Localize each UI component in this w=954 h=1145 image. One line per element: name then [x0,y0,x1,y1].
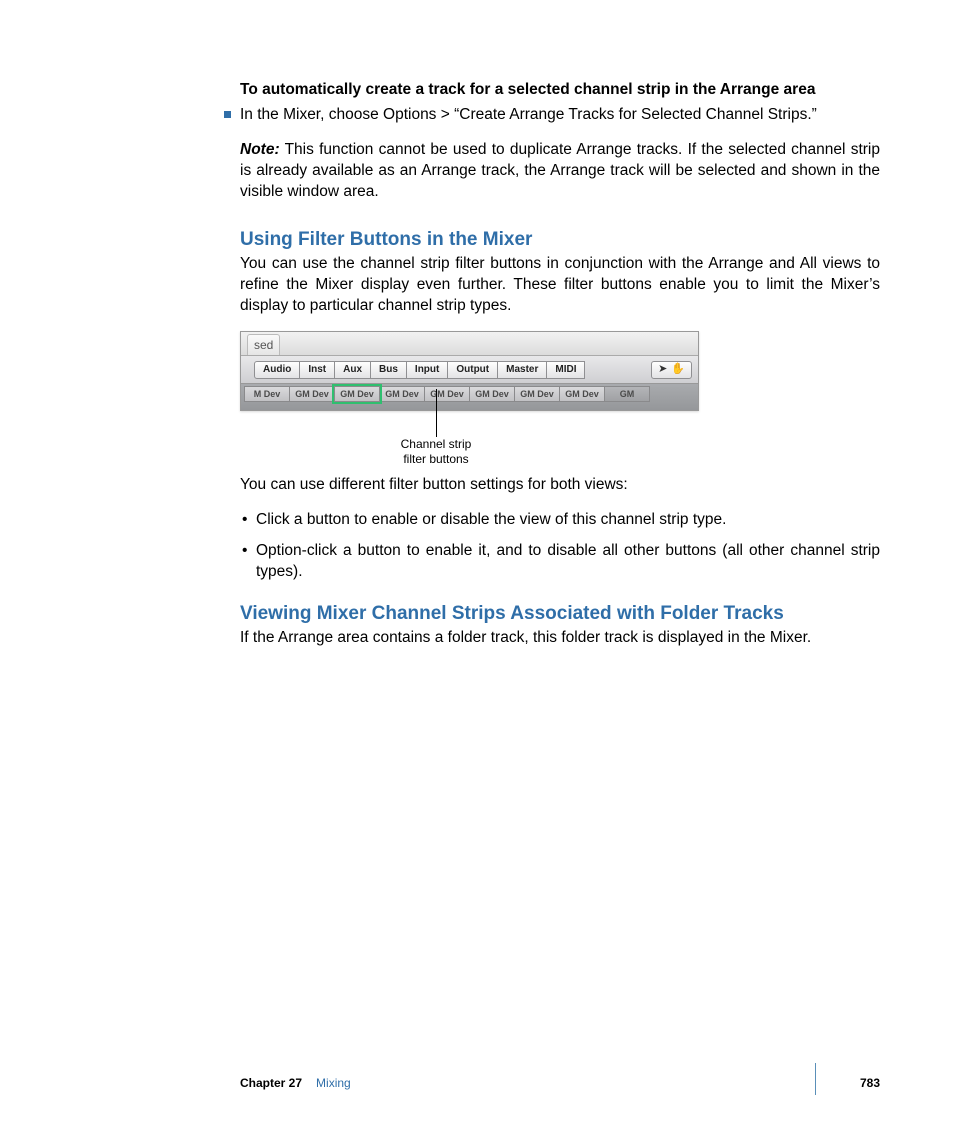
task-heading: To automatically create a track for a se… [240,80,880,101]
channel-strip[interactable]: GM [604,386,650,402]
section-heading-filter: Using Filter Buttons in the Mixer [240,227,880,253]
step-text: In the Mixer, choose Options > “Create A… [240,106,817,123]
filter-button-output[interactable]: Output [447,361,498,379]
list-item: Click a button to enable or disable the … [254,510,880,531]
tool-icon-group: ➤ ✋ [651,361,692,379]
callout-line2: filter buttons [403,452,468,466]
filter-button-inst[interactable]: Inst [299,361,335,379]
page-content: To automatically create a track for a se… [240,80,880,663]
channel-strip[interactable]: GM Dev [559,386,605,402]
channel-strip[interactable]: GM Dev [514,386,560,402]
channel-strip[interactable]: GM Dev [379,386,425,402]
chapter-label: Chapter 27 [240,1075,302,1091]
mixer-tab[interactable]: sed [247,334,280,355]
section1-intro: You can use the channel strip filter but… [240,254,880,317]
footer-rule-icon [815,1063,816,1095]
page-number: 783 [860,1075,880,1091]
list-item: Option-click a button to enable it, and … [254,541,880,583]
filter-button-midi[interactable]: MIDI [546,361,585,379]
mixer-screenshot: sed Audio Inst Aux Bus Input Output Mast… [240,331,699,411]
callout-text: Channel strip filter buttons [401,437,472,467]
channel-strip[interactable]: GM Dev [289,386,335,402]
note-text: This function cannot be used to duplicat… [240,141,880,200]
filter-button-master[interactable]: Master [497,361,547,379]
filter-intro: You can use different filter button sett… [240,475,880,496]
filter-button-audio[interactable]: Audio [254,361,300,379]
chapter-title: Mixing [316,1075,351,1091]
callout: Channel strip filter buttons [240,411,699,467]
page-footer: Chapter 27 Mixing 783 [240,1075,880,1091]
filter-button-aux[interactable]: Aux [334,361,371,379]
figure-wrap: sed Audio Inst Aux Bus Input Output Mast… [240,331,880,467]
section2-text: If the Arrange area contains a folder tr… [240,628,880,649]
note-block: Note: This function cannot be used to du… [240,140,880,203]
filter-button-input[interactable]: Input [406,361,448,379]
note-label: Note: [240,141,280,158]
callout-line1: Channel strip [401,437,472,451]
mixer-tab-row: sed [241,332,698,356]
channel-strip-highlighted[interactable]: GM Dev [334,386,380,402]
channel-strip[interactable]: M Dev [244,386,290,402]
step-bullet-icon [224,111,231,118]
bullet-list: Click a button to enable or disable the … [240,510,880,583]
channel-strip[interactable]: GM Dev [469,386,515,402]
pointer-tool-icon[interactable]: ➤ [658,362,667,377]
step-item: In the Mixer, choose Options > “Create A… [240,105,880,126]
callout-line-icon [436,389,437,437]
mixer-strip-row: M Dev GM Dev GM Dev GM Dev GM Dev GM Dev… [241,384,698,410]
mixer-toolbar: Audio Inst Aux Bus Input Output Master M… [241,356,698,384]
filter-button-bus[interactable]: Bus [370,361,407,379]
section-heading-folder: Viewing Mixer Channel Strips Associated … [240,601,880,627]
hand-tool-icon[interactable]: ✋ [671,362,685,377]
channel-strip[interactable]: GM Dev [424,386,470,402]
